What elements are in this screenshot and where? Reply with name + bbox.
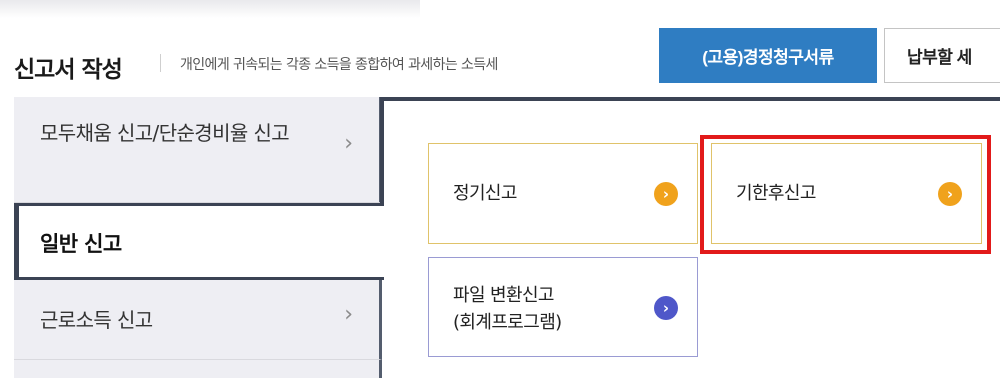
sidebar-item-earned-income-report[interactable]: 근로소득 신고 › bbox=[14, 280, 382, 360]
sidebar-item-label: 모두채움 신고/단순경비율 신고 bbox=[40, 121, 290, 145]
top-shadow bbox=[0, 0, 420, 18]
page-title: 신고서 작성 bbox=[14, 57, 123, 83]
chevron-right-icon: › bbox=[344, 131, 353, 156]
chevron-right-icon: › bbox=[344, 302, 353, 327]
card-label: 정기신고 bbox=[453, 183, 517, 204]
sidebar-item-partial bbox=[14, 360, 382, 378]
sidebar-item-label: 일반 신고 bbox=[40, 232, 122, 256]
file-conversion-report-card[interactable]: 파일 변환신고 (회계프로그램) › bbox=[428, 257, 698, 357]
card-label-line1: 파일 변환신고 bbox=[453, 285, 554, 306]
regular-report-card[interactable]: 정기신고 › bbox=[428, 143, 698, 244]
card-label-line2: (회계프로그램) bbox=[453, 312, 562, 333]
sidebar-item-general-report[interactable]: 일반 신고 bbox=[14, 203, 384, 280]
content-top-border bbox=[382, 97, 1000, 101]
title-divider bbox=[160, 54, 161, 72]
page-subtitle: 개인에게 귀속되는 각종 소득을 종합하여 과세하는 소득세 bbox=[180, 57, 498, 73]
sidebar-item-prefilled-report[interactable]: 모두채움 신고/단순경비율 신고 › bbox=[14, 97, 382, 203]
content-left-border bbox=[380, 97, 384, 203]
tax-payable-button[interactable]: 납부할 세 bbox=[884, 28, 1000, 83]
employment-correction-docs-button[interactable]: (고용)경정청구서류 bbox=[659, 28, 877, 83]
circle-arrow-right-icon: › bbox=[654, 296, 678, 320]
highlight-box bbox=[700, 135, 991, 254]
circle-arrow-right-icon: › bbox=[654, 182, 678, 206]
sidebar-item-label: 근로소득 신고 bbox=[40, 308, 153, 332]
